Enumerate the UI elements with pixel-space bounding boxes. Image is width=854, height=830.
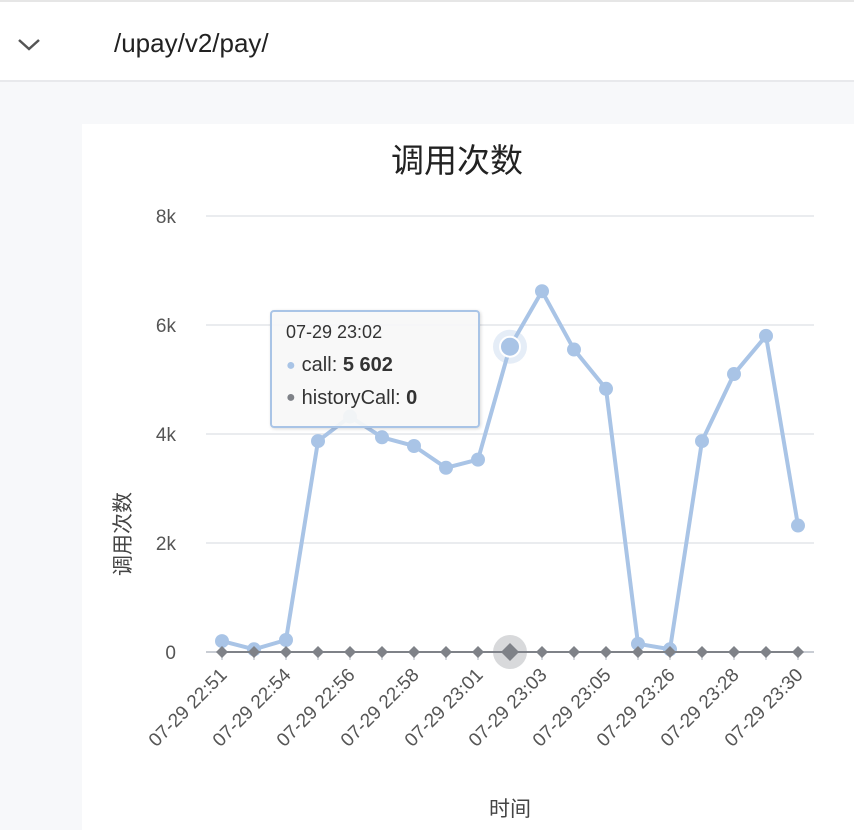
tooltip-row-call: ● call: 5 602 [286,349,464,382]
data-point[interactable] [567,342,581,357]
data-point[interactable] [471,452,485,467]
data-point[interactable] [792,646,804,658]
data-point[interactable] [279,633,293,648]
y-tick-label: 2k [156,534,177,555]
y-tick-label: 8k [156,207,177,228]
tooltip-date: 07-29 23:02 [286,322,383,342]
tooltip-row-historycall: ● historyCall: 0 [286,382,464,415]
data-point[interactable] [439,460,453,475]
tooltip-series-name: call [301,354,332,376]
data-point[interactable] [375,430,389,445]
data-point[interactable] [695,434,709,449]
series-historyCall [216,635,804,669]
data-point[interactable] [759,328,773,343]
data-point[interactable] [408,646,420,658]
y-axis-title: 调用次数 [111,492,135,576]
data-point[interactable] [791,518,805,533]
data-point[interactable] [568,646,580,658]
endpoint-path: /upay/v2/pay/ [114,28,269,58]
series-dot-icon: ● [286,356,296,374]
data-point[interactable] [599,381,613,396]
y-axis-ticks: 0 2k 4k 6k 8k [156,207,177,664]
data-point[interactable] [535,284,549,299]
data-point[interactable] [600,646,612,658]
data-point[interactable] [344,646,356,658]
data-point[interactable] [311,434,325,449]
data-point[interactable] [499,335,521,358]
tooltip-series-name: historyCall [301,386,396,409]
x-axis-title: 时间 [489,797,531,821]
data-point[interactable] [472,646,484,658]
chevron-down-icon[interactable] [14,30,44,60]
x-axis: 07-29 22:5107-29 22:5407-29 22:5607-29 2… [145,652,808,751]
data-point[interactable] [728,646,740,658]
endpoint-header[interactable]: /upay/v2/pay/ [0,0,854,82]
tooltip-series-value: 5 602 [342,354,393,376]
data-point[interactable] [696,646,708,658]
tooltip-series-value: 0 [406,386,418,409]
data-point[interactable] [536,646,548,658]
data-point[interactable] [312,646,324,658]
call-count-chart: 调用次数 0 2k 4k 6k 8k 07-29 22:5107-29 22:5407-… [111,141,814,821]
y-tick-label: 4k [156,425,177,446]
chart-panel: 调用次数 0 2k 4k 6k 8k 07-29 22:51 07-29 22:54 07-… [82,124,854,830]
data-point[interactable] [216,646,228,658]
chart-tooltip: 07-29 23:02 ● call: 5 602 ● historyCall: 0 [270,310,480,428]
chart-title: 调用次数 [391,141,523,180]
data-point[interactable] [760,646,772,658]
series-dot-icon: ● [286,389,296,407]
data-point[interactable] [727,367,741,382]
y-tick-label: 0 [165,643,176,664]
data-point[interactable] [280,646,292,658]
grid-lines [206,215,814,653]
data-point[interactable] [407,438,421,453]
y-tick-label: 6k [156,316,177,337]
data-point[interactable] [440,646,452,658]
data-point[interactable] [376,646,388,658]
